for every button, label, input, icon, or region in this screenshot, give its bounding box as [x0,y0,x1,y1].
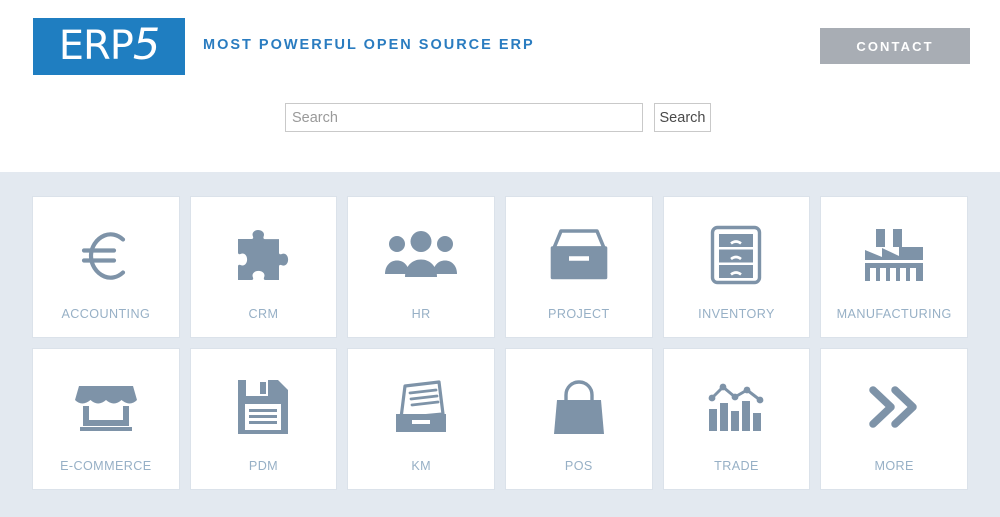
modules-grid: ACCOUNTING CRM HR PROJECT INVENTORY MANU [32,196,968,490]
module-tile-label: TRADE [714,459,759,473]
module-tile-manufacturing[interactable]: MANUFACTURING [820,196,968,338]
module-tile-inventory[interactable]: INVENTORY [662,196,811,338]
module-tile-label: E-COMMERCE [60,459,152,473]
module-tile-label: HR [411,307,431,321]
module-tile-label: MORE [874,459,914,473]
euro-icon [33,197,179,307]
floppy-disk-icon [191,349,337,459]
module-tile-label: PDM [248,459,279,473]
puzzle-piece-icon [191,197,337,307]
module-tile-label: MANUFACTURING [836,307,952,321]
module-tile-label: INVENTORY [698,307,775,321]
module-tile-pos[interactable]: POS [505,348,653,490]
module-tile-trade[interactable]: TRADE [662,348,811,490]
modules-panel: ACCOUNTING CRM HR PROJECT INVENTORY MANU [0,172,1000,517]
module-tile-hr[interactable]: HR [347,196,495,338]
filing-cabinet-icon [664,197,810,307]
module-tile-label: CRM [248,307,279,321]
tagline: MOST POWERFUL OPEN SOURCE ERP [203,37,535,53]
factory-icon [821,197,967,307]
document-tray-icon [348,349,494,459]
shopping-bag-icon [506,349,652,459]
module-tile-km[interactable]: KM [347,348,495,490]
bar-chart-line-icon [664,349,810,459]
double-chevron-right-icon [821,349,967,459]
contact-button[interactable]: CONTACT [820,28,970,64]
module-tile-label: POS [564,459,593,473]
module-tile-pdm[interactable]: PDM [189,348,338,490]
module-tile-label: ACCOUNTING [61,307,151,321]
module-tile-label: KM [411,459,432,473]
open-box-icon [506,197,652,307]
logo-wordmark-erp: ERP [58,22,134,69]
module-tile-more[interactable]: MORE [820,348,968,490]
search-input[interactable] [285,103,643,132]
page-header: ERP5 MOST POWERFUL OPEN SOURCE ERP CONTA… [0,0,1000,172]
module-tile-label: PROJECT [548,307,610,321]
search-button[interactable]: Search [654,103,711,132]
module-tile-crm[interactable]: CRM [189,196,338,338]
module-tile-accounting[interactable]: ACCOUNTING [32,196,180,338]
storefront-icon [33,349,179,459]
erp5-logo[interactable]: ERP5 [33,18,185,75]
people-group-icon [348,197,494,307]
module-tile-project[interactable]: PROJECT [505,196,653,338]
module-tile-e-commerce[interactable]: E-COMMERCE [32,348,180,490]
logo-wordmark: ERP5 [58,22,161,70]
search-bar: Search [285,103,711,132]
logo-wordmark-five: 5 [132,19,160,70]
